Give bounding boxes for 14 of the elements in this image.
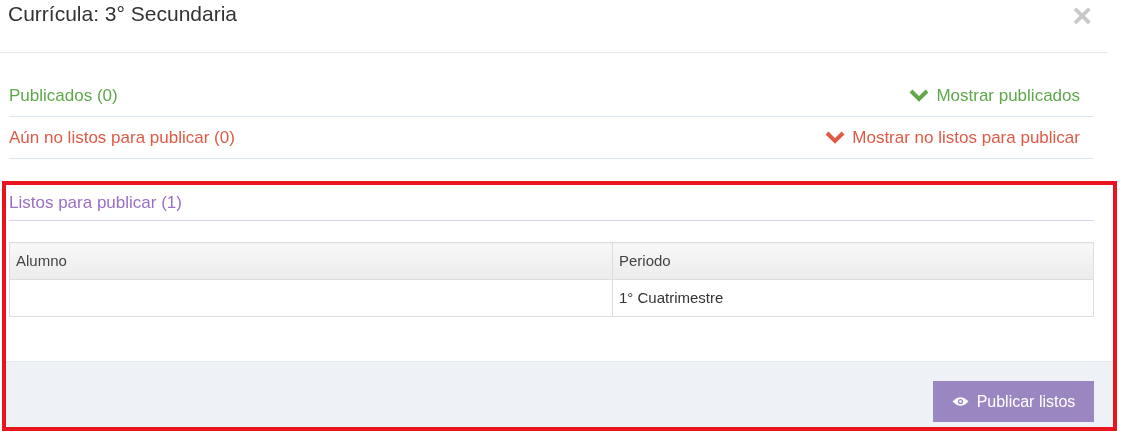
section-label: Listos para publicar (1) <box>9 191 182 214</box>
modal-title: Currícula: 3° Secundaria <box>8 1 237 24</box>
toggle-link[interactable]: Mostrar publicados <box>909 82 1093 109</box>
table-cell: 1° Cuatrimestre <box>612 279 1094 317</box>
chevron-icon <box>825 131 846 144</box>
publish-button[interactable]: Publicar listos <box>933 381 1094 422</box>
section-label: Aún no listos para publicar (0) <box>9 126 235 149</box>
section-label: Publicados (0) <box>9 84 118 107</box>
column-header: Periodo <box>612 242 1094 280</box>
chevron-icon <box>909 89 930 102</box>
eye-icon <box>951 396 969 407</box>
close-button[interactable]: × <box>1072 0 1092 32</box>
column-header: Alumno <box>9 242 613 280</box>
toggle-link[interactable]: Mostrar no listos para publicar <box>825 124 1093 151</box>
